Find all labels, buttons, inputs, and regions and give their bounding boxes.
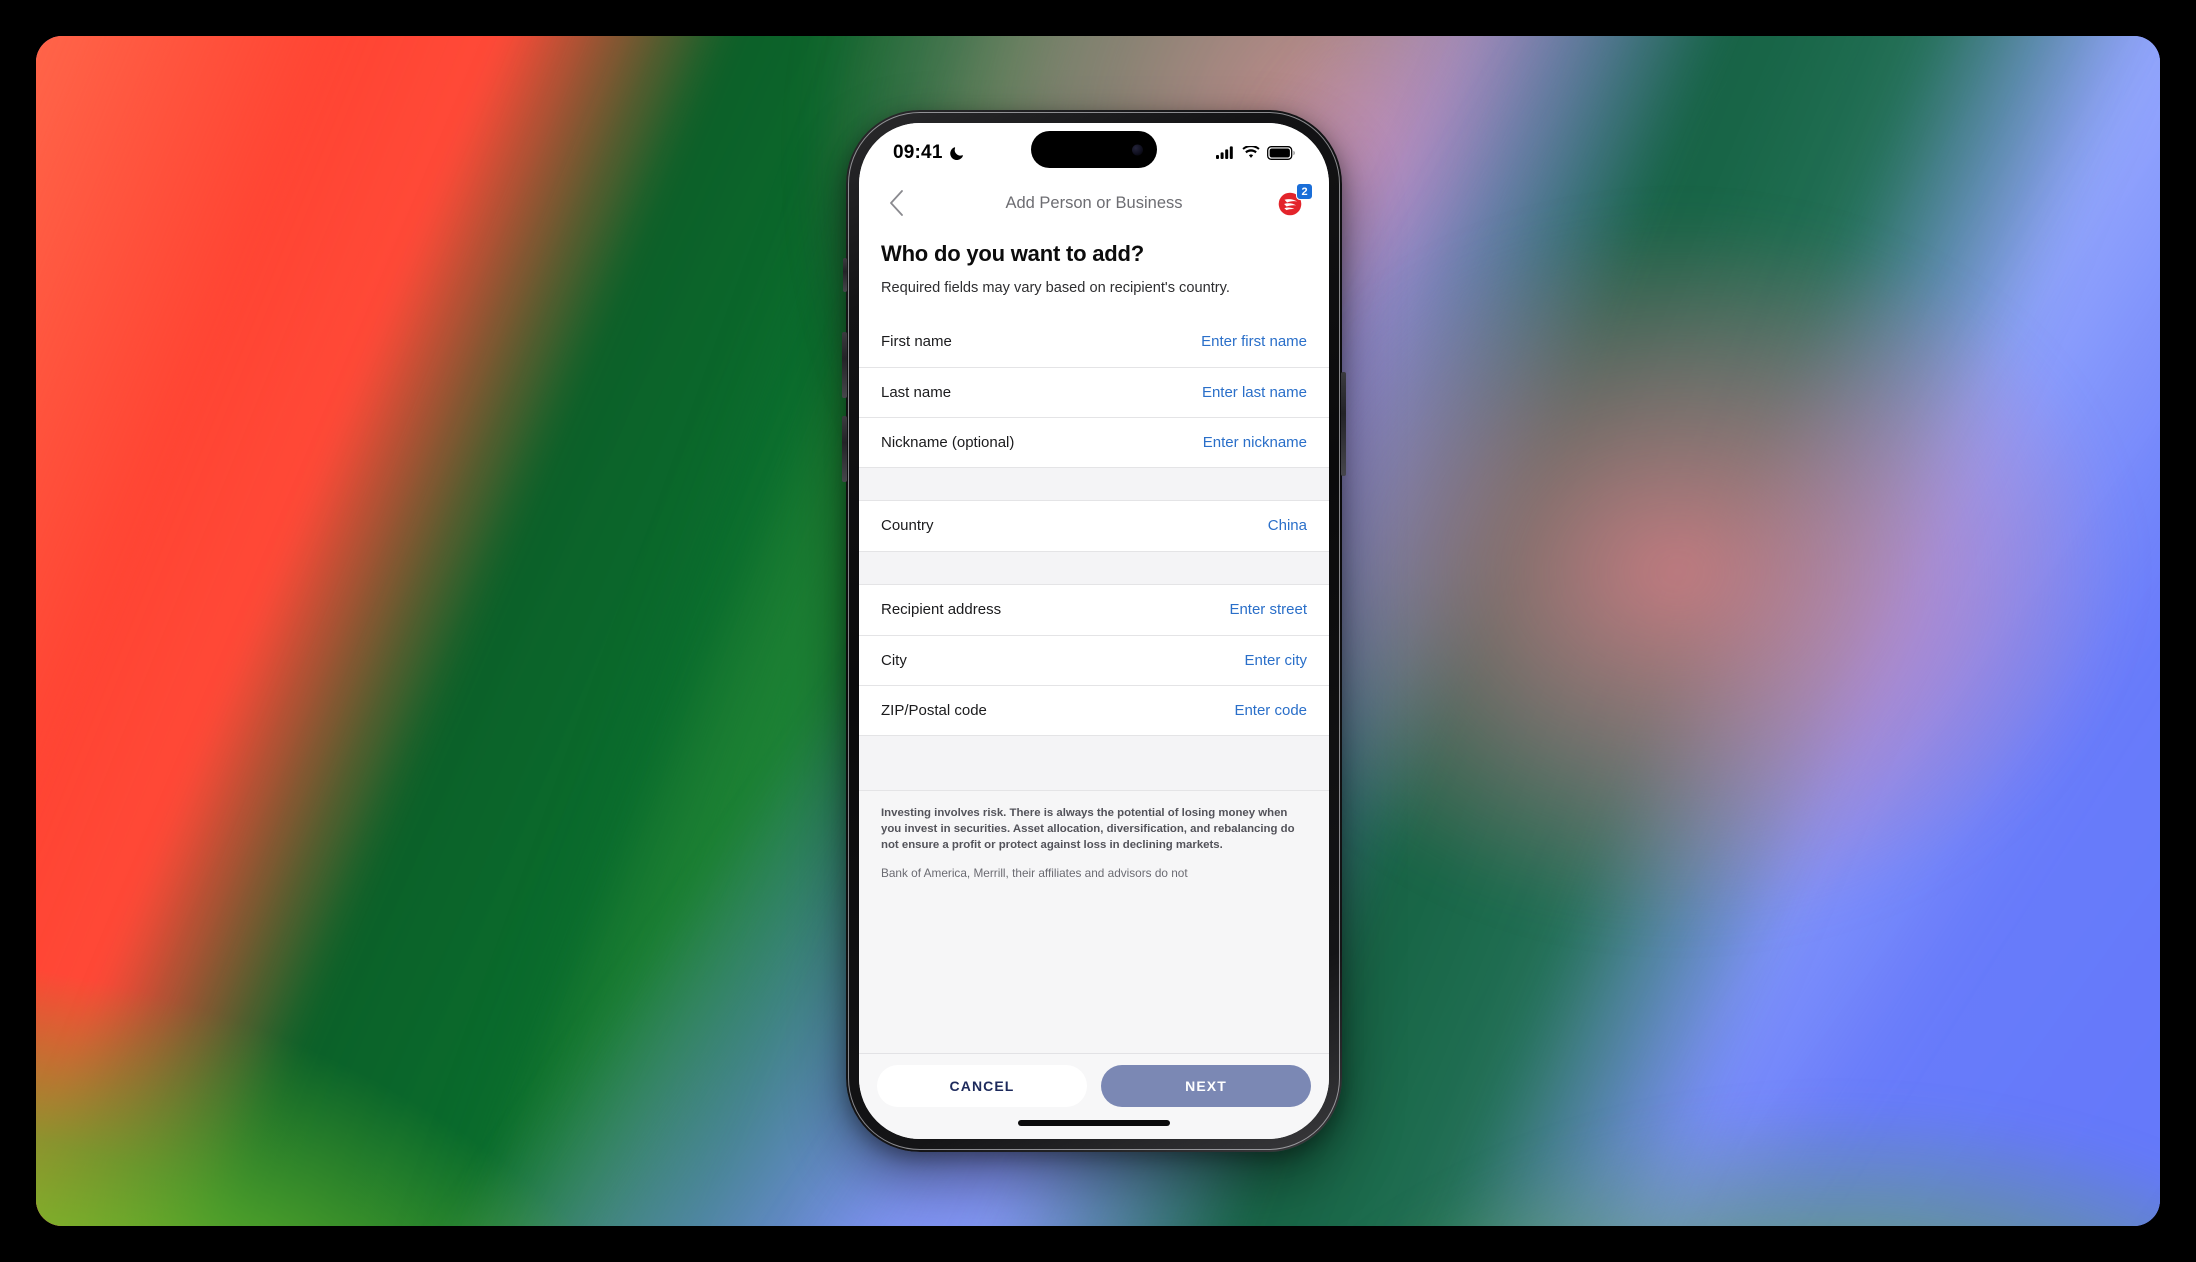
iphone-device-frame: 09:41 Add Person or Business 2 Who do yo… — [842, 110, 1346, 1152]
field-value: Enter nickname — [1202, 433, 1307, 451]
field-row-country[interactable]: Country China — [859, 500, 1329, 551]
form-scroll-area[interactable]: Who do you want to add? Required fields … — [859, 229, 1329, 1053]
section-separator-two — [859, 550, 1329, 585]
field-value: Enter last name — [1201, 383, 1307, 401]
field-row-first-name[interactable]: First name Enter first name — [859, 316, 1329, 367]
form-subheading: Required fields may vary based on recipi… — [881, 280, 1230, 296]
crescent-moon-icon — [949, 146, 963, 160]
notification-badge: 2 — [1296, 183, 1313, 200]
status-bar-right — [1216, 145, 1295, 160]
action-bar: CANCEL NEXT — [859, 1053, 1329, 1107]
status-bar-time: 09:41 — [893, 141, 943, 163]
field-label: Nickname (optional) — [881, 433, 1015, 451]
page-title: Add Person or Business — [1005, 193, 1183, 212]
field-value: Enter code — [1234, 701, 1307, 719]
volume-down-button[interactable] — [842, 416, 847, 482]
battery-full-icon — [1267, 145, 1295, 160]
address-fields-group: Recipient address Enter street City Ente… — [859, 584, 1329, 735]
field-value: Enter first name — [1201, 333, 1307, 351]
disclaimer-section: Investing involves risk. There is always… — [859, 790, 1329, 882]
dynamic-island — [1031, 131, 1157, 168]
phone-screen: 09:41 Add Person or Business 2 Who do yo… — [859, 123, 1329, 1139]
cellular-signal-icon — [1216, 146, 1233, 159]
field-value: Enter city — [1244, 651, 1307, 669]
volume-up-button[interactable] — [842, 332, 847, 398]
field-label: Last name — [881, 383, 952, 401]
intro-section: Who do you want to add? Required fields … — [859, 229, 1329, 317]
section-separator-one — [859, 466, 1329, 501]
next-button[interactable]: NEXT — [1101, 1065, 1311, 1107]
field-row-city[interactable]: City Enter city — [859, 634, 1329, 685]
chevron-left-icon — [890, 190, 903, 216]
silent-switch-button[interactable] — [843, 258, 847, 292]
front-camera-icon — [1132, 144, 1143, 155]
field-value: Enter street — [1229, 601, 1307, 619]
field-label: ZIP/Postal code — [881, 701, 987, 719]
disclaimer-risk-text: Investing involves risk. There is always… — [881, 806, 1295, 851]
back-button[interactable] — [881, 186, 912, 220]
bank-of-america-logo-button[interactable]: 2 — [1275, 183, 1313, 218]
field-value: China — [1267, 517, 1307, 535]
field-label: First name — [881, 333, 952, 351]
field-label: Recipient address — [881, 601, 1002, 619]
field-row-zip-postal-code[interactable]: ZIP/Postal code Enter code — [859, 684, 1329, 735]
wifi-icon — [1242, 146, 1260, 158]
status-bar: 09:41 — [859, 123, 1329, 177]
cancel-button[interactable]: CANCEL — [877, 1065, 1087, 1107]
field-row-recipient-address[interactable]: Recipient address Enter street — [859, 584, 1329, 635]
field-label: Country — [881, 517, 934, 535]
home-indicator-area — [859, 1107, 1329, 1139]
power-button[interactable] — [1341, 372, 1346, 476]
field-label: City — [881, 651, 907, 669]
country-field-group: Country China — [859, 500, 1329, 551]
name-fields-group: First name Enter first name Last name En… — [859, 316, 1329, 467]
navigation-bar: Add Person or Business 2 — [859, 177, 1329, 229]
section-separator-three — [859, 734, 1329, 791]
disclaimer-legal-text: Bank of America, Merrill, their affiliat… — [881, 866, 1188, 881]
field-row-last-name[interactable]: Last name Enter last name — [859, 366, 1329, 417]
form-heading: Who do you want to add? — [881, 241, 1145, 266]
home-indicator-bar[interactable] — [1018, 1120, 1170, 1126]
status-bar-left: 09:41 — [893, 142, 965, 164]
field-row-nickname[interactable]: Nickname (optional) Enter nickname — [859, 416, 1329, 467]
